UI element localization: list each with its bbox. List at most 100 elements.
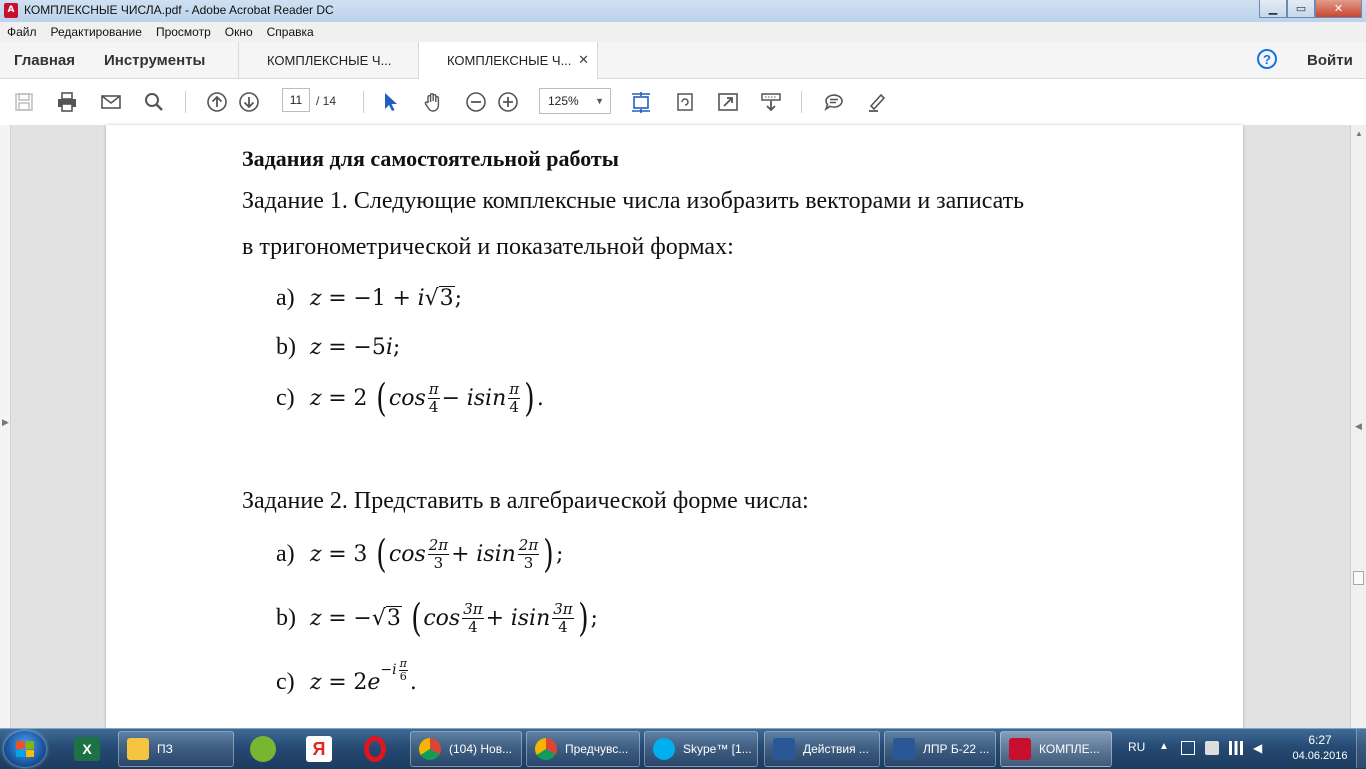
search-icon[interactable] (142, 90, 166, 114)
excel-pinned-icon[interactable]: X (60, 731, 114, 767)
left-panel-toggle[interactable]: ▶ (0, 125, 11, 728)
math-punct: ; (556, 541, 564, 567)
chrome-icon (535, 738, 557, 760)
clock[interactable]: 6:27 04.06.2016 (1288, 732, 1352, 764)
clock-time: 6:27 (1308, 733, 1332, 747)
math-op: − (441, 385, 461, 411)
menu-bar: Файл Редактирование Просмотр Окно Справк… (0, 22, 1366, 42)
tab-tools[interactable]: Инструменты (104, 42, 205, 78)
taskbar-item-label: ЛПР Б-22 ... (923, 742, 990, 756)
menu-help[interactable]: Справка (260, 25, 321, 39)
tab-home[interactable]: Главная (14, 42, 75, 78)
utorrent-icon (250, 736, 276, 762)
task1-item-a: a) z = − 1 + i √ 3 ; (276, 284, 462, 312)
page-up-icon[interactable] (205, 90, 229, 114)
highlight-icon[interactable] (865, 90, 889, 114)
taskbar-item-label: ПЗ (157, 742, 173, 756)
email-icon[interactable] (99, 90, 123, 114)
pdf-page (106, 125, 1243, 728)
menu-edit[interactable]: Редактирование (44, 25, 149, 39)
windows-flag-tray-icon[interactable] (1181, 741, 1195, 755)
opera-pinned-icon[interactable] (348, 731, 402, 767)
math-op: = (328, 334, 347, 360)
taskbar-item-word-1[interactable]: Действия ... (764, 731, 880, 767)
math-paren: ) (577, 596, 589, 640)
toolbar (0, 79, 1366, 126)
tab-document-2-active[interactable]: КОМПЛЕКСНЫЕ Ч... ✕ (418, 42, 598, 79)
taskbar-item-skype[interactable]: Skype™ [1... (644, 731, 758, 767)
taskbar-item-word-2[interactable]: ЛПР Б-22 ... (884, 731, 996, 767)
math-num: 4 (558, 617, 568, 636)
page-down-icon[interactable] (237, 90, 261, 114)
device-tray-icon[interactable] (1205, 741, 1219, 755)
print-icon[interactable] (55, 90, 79, 114)
volume-icon[interactable]: ◀ (1253, 741, 1267, 755)
rotate-icon[interactable] (673, 90, 697, 114)
menu-window[interactable]: Окно (218, 25, 260, 39)
hand-icon[interactable] (421, 90, 445, 114)
zoom-value: 125% (548, 94, 579, 108)
taskbar-item-label: Skype™ [1... (683, 742, 752, 756)
math-paren: ( (376, 376, 387, 420)
language-indicator[interactable]: RU (1128, 740, 1145, 754)
math-op: = (328, 285, 347, 311)
fullscreen-icon[interactable] (716, 90, 740, 114)
menu-view[interactable]: Просмотр (149, 25, 218, 39)
taskbar-item-label: Действия ... (803, 742, 869, 756)
zoom-out-icon[interactable] (464, 90, 488, 114)
math-op: = (328, 385, 347, 411)
math-num: 5 (371, 334, 386, 360)
zoom-select[interactable]: 125% ▼ (539, 88, 611, 114)
save-icon[interactable] (12, 90, 36, 114)
select-icon[interactable] (378, 90, 402, 114)
math-num: 2 (353, 385, 368, 411)
taskbar-item-chrome-1[interactable]: (104) Нов... (410, 731, 522, 767)
taskbar-item-pz[interactable]: ПЗ (118, 731, 234, 767)
sign-in-button[interactable]: Войти (1307, 52, 1353, 69)
vertical-scrollbar[interactable]: ▲ ◀ (1350, 125, 1366, 728)
yandex-icon: Я (306, 736, 332, 762)
taskbar-item-chrome-2[interactable]: Предчувс... (526, 731, 640, 767)
math-num: 4 (509, 397, 519, 416)
math-sqrt: √ 3 (371, 605, 402, 631)
math-var: z (310, 605, 322, 631)
help-icon[interactable]: ? (1257, 49, 1277, 69)
utorrent-pinned-icon[interactable] (236, 731, 290, 767)
scroll-up-icon[interactable]: ▲ (1355, 129, 1363, 138)
close-window-button[interactable]: ✕ (1315, 0, 1362, 18)
read-mode-icon[interactable] (759, 90, 783, 114)
math-func: cos (423, 605, 461, 631)
menu-file[interactable]: Файл (0, 25, 44, 39)
math-paren: ( (410, 596, 422, 640)
zoom-in-icon[interactable] (496, 90, 520, 114)
start-button[interactable] (4, 731, 46, 767)
scrollbar-thumb[interactable] (1353, 571, 1364, 585)
comment-icon[interactable] (822, 90, 846, 114)
math-func: isin (510, 605, 551, 631)
network-icon[interactable] (1229, 741, 1243, 755)
taskbar-item-acrobat[interactable]: КОМПЛЕ... (1000, 731, 1112, 767)
minimize-button[interactable]: ▁ (1259, 0, 1287, 18)
acrobat-app-icon: A (4, 3, 18, 18)
math-func: cos (388, 541, 426, 567)
close-tab-icon[interactable]: ✕ (578, 52, 589, 68)
math-fraction: 2π 3 (517, 536, 540, 572)
yandex-pinned-icon[interactable]: Я (292, 731, 346, 767)
tray-expand-icon[interactable]: ▲ (1159, 741, 1173, 755)
expand-right-icon[interactable]: ◀ (1355, 421, 1362, 432)
fit-page-icon[interactable] (629, 90, 653, 114)
toolbar-separator (185, 91, 186, 113)
page-number-input[interactable]: 11 (282, 88, 310, 112)
math-fraction: π6 (398, 657, 408, 683)
math-var: −i (380, 662, 397, 678)
tab-bar: Главная Инструменты КОМПЛЕКСНЫЕ Ч... КОМ… (0, 42, 1366, 79)
expand-left-icon[interactable]: ▶ (2, 417, 9, 428)
math-num: π (427, 379, 440, 399)
show-desktop-button[interactable] (1356, 729, 1366, 768)
chevron-down-icon[interactable]: ▼ (595, 89, 604, 113)
tab-document-1[interactable]: КОМПЛЕКСНЫЕ Ч... (238, 42, 418, 78)
item-label: a) (276, 284, 295, 311)
math-func: isin (466, 385, 507, 411)
math-num: 3 (353, 541, 368, 567)
maximize-button[interactable]: ▭ (1287, 0, 1315, 18)
